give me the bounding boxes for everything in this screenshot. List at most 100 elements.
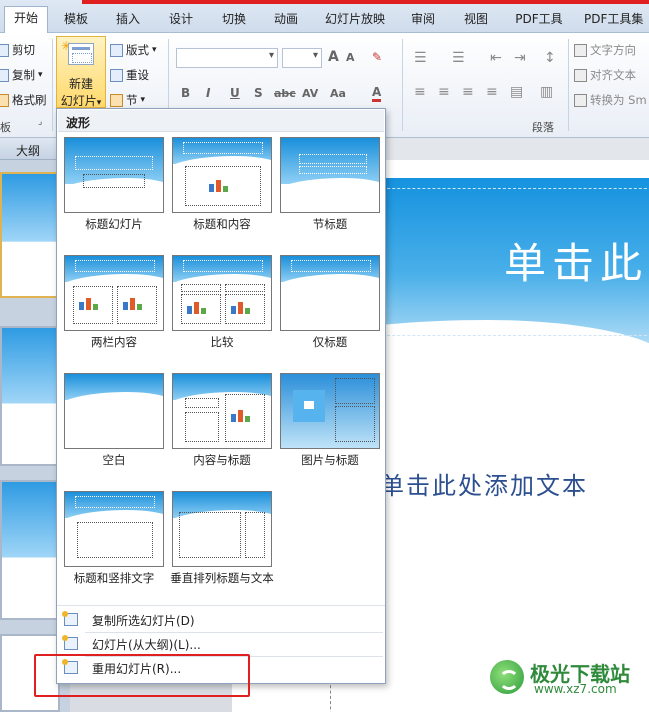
layout-title-vertical-text[interactable]: 标题和竖排文字 — [64, 491, 164, 607]
decrease-indent-button[interactable]: ⇤ — [490, 50, 502, 66]
bullets-button[interactable]: ☰ — [414, 50, 427, 66]
new-slide-dropdown: 波形 标题幻灯片 标题和内容 节标题 两栏内容 比较 仅标题 空白 内容与标题 … — [56, 108, 386, 684]
reset-button[interactable]: 重设 — [110, 67, 149, 83]
justify-button[interactable]: ≡ — [486, 84, 498, 100]
columns-button[interactable]: ▥ — [540, 84, 553, 100]
layout-title-only[interactable]: 仅标题 — [280, 255, 380, 371]
slide-subtitle-placeholder[interactable]: 单击此处添加文本 — [380, 466, 588, 501]
highlight-box — [34, 654, 250, 697]
tab-pdf-toolset[interactable]: PDF工具集 — [584, 8, 649, 33]
section-button[interactable]: 节 ▾ — [110, 92, 145, 108]
convert-smartart-button[interactable]: 转换为 Sm — [574, 92, 647, 108]
tab-review[interactable]: 审阅 — [403, 8, 443, 33]
layout-two-content[interactable]: 两栏内容 — [64, 255, 164, 371]
chart-icon — [231, 300, 255, 314]
layout-thumbnail — [172, 137, 272, 213]
tab-home[interactable]: 开始 — [4, 6, 48, 34]
tab-view[interactable]: 视图 — [456, 8, 496, 33]
dialog-launcher-icon[interactable]: ⌟ — [38, 117, 42, 127]
new-slide-button[interactable]: ✳ 新建 幻灯片▾ — [56, 36, 106, 108]
font-color-button[interactable]: A — [372, 85, 382, 102]
layout-section-header[interactable]: 节标题 — [280, 137, 380, 253]
layout-title-slide[interactable]: 标题幻灯片 — [64, 137, 164, 253]
align-right-button[interactable]: ≡ — [462, 84, 474, 100]
clear-format-icon[interactable]: ✎ — [372, 50, 382, 64]
copy-button[interactable]: 复制 ▾ — [0, 67, 43, 83]
scissors-icon — [0, 43, 9, 57]
duplicate-slides-item[interactable]: 复制所选幻灯片(D) — [58, 609, 384, 631]
menu-divider — [57, 605, 385, 606]
align-text-icon — [574, 68, 587, 82]
numbering-button[interactable]: ☰ — [452, 50, 465, 66]
char-spacing-button[interactable]: AV — [302, 87, 318, 100]
tab-transitions[interactable]: 切换 — [214, 8, 254, 33]
new-slide-icon — [68, 43, 94, 65]
chart-icon — [79, 296, 103, 310]
shadow-button[interactable]: S — [254, 86, 263, 100]
group-divider — [568, 39, 569, 131]
layout-thumbnail — [280, 137, 380, 213]
align-left-icon: ≡ — [414, 84, 426, 100]
layout-thumbnail — [172, 491, 272, 567]
italic-button[interactable]: I — [206, 86, 210, 100]
group-divider — [52, 39, 53, 131]
layout-content-with-caption[interactable]: 内容与标题 — [172, 373, 272, 489]
shrink-font-button[interactable]: A — [346, 51, 355, 64]
tab-insert[interactable]: 插入 — [108, 8, 148, 33]
chart-icon — [187, 300, 211, 314]
layout-thumbnail — [172, 373, 272, 449]
layout-thumbnail — [64, 137, 164, 213]
layout-picture-with-caption[interactable]: 图片与标题 — [280, 373, 380, 489]
align-text-button[interactable]: 对齐文本 — [574, 67, 636, 83]
paragraph-group-label: 段落 — [532, 121, 554, 134]
layout-blank[interactable]: 空白 — [64, 373, 164, 489]
ribbon-tab-bar: 开始 模板 插入 设计 切换 动画 幻灯片放映 审阅 视图 PDF工具 PDF工… — [0, 0, 649, 34]
top-highlight-line — [82, 0, 649, 4]
smartart-icon — [574, 93, 587, 107]
paintbrush-icon — [0, 93, 9, 107]
slides-from-outline-item[interactable]: 幻灯片(从大纲)(L)... — [58, 633, 384, 655]
layout-vertical-title-and-text[interactable]: 垂直排列标题与文本 — [170, 491, 274, 607]
bullets-icon: ☰ — [414, 50, 427, 66]
numbering-icon: ☰ — [452, 50, 465, 66]
tab-animations[interactable]: 动画 — [266, 8, 306, 33]
align-right-icon: ≡ — [462, 84, 474, 100]
slide-title-placeholder[interactable]: 单击此 — [504, 230, 648, 291]
text-direction-icon — [574, 43, 587, 57]
distribute-button[interactable]: ▤ — [510, 84, 523, 100]
line-spacing-icon: ↕ — [544, 50, 556, 66]
slide-thumbnail[interactable] — [0, 326, 60, 466]
layout-thumbnail — [172, 255, 272, 331]
bold-button[interactable]: B — [181, 86, 190, 100]
slide-thumbnail[interactable] — [0, 172, 60, 298]
chart-icon — [123, 296, 147, 310]
outline-icon — [62, 635, 78, 650]
gallery-theme-header: 波形 — [58, 110, 384, 132]
justify-icon: ≡ — [486, 84, 498, 100]
tab-design[interactable]: 设计 — [161, 8, 201, 33]
grow-font-button[interactable]: A — [328, 49, 339, 65]
placeholder-border — [330, 680, 331, 712]
text-direction-button[interactable]: 文字方向 — [574, 42, 636, 58]
increase-indent-button[interactable]: ⇥ — [514, 50, 526, 66]
font-size-select[interactable] — [282, 48, 322, 68]
font-name-select[interactable] — [176, 48, 278, 68]
underline-button[interactable]: U — [230, 86, 240, 100]
layout-thumbnail — [64, 491, 164, 567]
tab-slideshow[interactable]: 幻灯片放映 — [318, 8, 392, 33]
layout-button[interactable]: 版式 ▾ — [110, 42, 157, 58]
tab-template[interactable]: 模板 — [56, 8, 96, 33]
align-center-button[interactable]: ≡ — [438, 84, 450, 100]
slide-thumbnail[interactable] — [0, 480, 60, 620]
line-spacing-button[interactable]: ↕ — [544, 50, 556, 66]
align-left-button[interactable]: ≡ — [414, 84, 426, 100]
change-case-button[interactable]: Aa — [330, 87, 346, 100]
strikethrough-button[interactable]: abc — [274, 87, 296, 100]
chart-icon — [209, 178, 233, 192]
layout-title-and-content[interactable]: 标题和内容 — [172, 137, 272, 253]
tab-pdf-tools[interactable]: PDF工具 — [508, 8, 570, 33]
format-painter-button[interactable]: 格式刷 — [0, 92, 47, 108]
align-center-icon: ≡ — [438, 84, 450, 100]
cut-button[interactable]: 剪切 — [0, 42, 35, 58]
layout-comparison[interactable]: 比较 — [172, 255, 272, 371]
